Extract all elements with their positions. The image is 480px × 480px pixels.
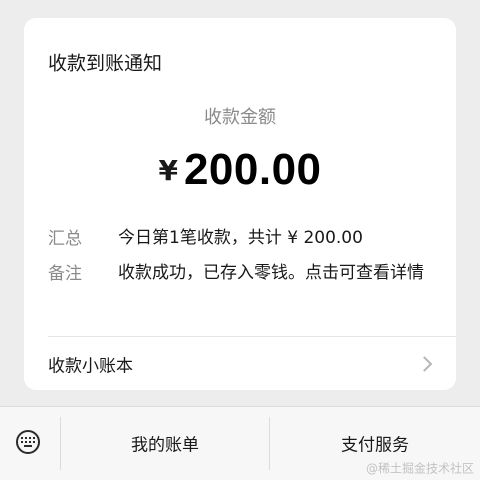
payment-services-label: 支付服务 [341,435,409,456]
remark-value: 收款成功，已存入零钱。点击可查看详情 [118,263,424,283]
card-title: 收款到账通知 [48,52,163,75]
summary-value: 今日第1笔收款，共计 ¥ 200.00 [118,228,363,248]
keyboard-icon [16,430,40,454]
ledger-link[interactable]: 收款小账本 [24,337,456,390]
payment-notification-card[interactable]: 收款到账通知 收款金额 ¥200.00 汇总 今日第1笔收款，共计 ¥ 200.… [24,18,456,390]
amount-display: ¥200.00 [24,145,456,195]
ledger-label: 收款小账本 [48,356,133,377]
my-bills-button[interactable]: 我的账单 [61,407,269,480]
currency-symbol: ¥ [158,153,178,187]
amount-label: 收款金额 [204,107,276,128]
my-bills-label: 我的账单 [131,435,199,456]
keyboard-toggle-button[interactable] [0,407,60,480]
remark-label: 备注 [48,264,82,284]
watermark: @稀土掘金技术社区 [365,461,474,476]
amount-value: 200.00 [183,145,322,194]
chevron-right-icon [416,356,433,372]
summary-label: 汇总 [48,229,82,249]
